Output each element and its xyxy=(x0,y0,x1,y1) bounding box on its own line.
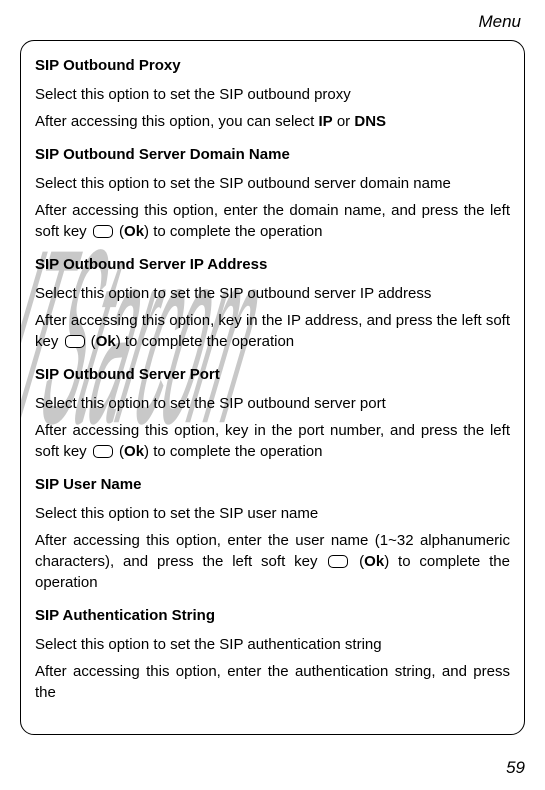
section-heading: SIP Outbound Server IP Address xyxy=(35,256,510,273)
softkey-icon xyxy=(65,335,85,348)
softkey-icon xyxy=(93,445,113,458)
section-heading: SIP User Name xyxy=(35,476,510,493)
content-box: UTStarcom SIP Outbound ProxySelect this … xyxy=(20,40,525,735)
body-paragraph: After accessing this option, key in the … xyxy=(35,420,510,462)
section-heading: SIP Authentication String xyxy=(35,607,510,624)
body-paragraph: Select this option to set the SIP authen… xyxy=(35,634,510,655)
section-heading: SIP Outbound Proxy xyxy=(35,57,510,74)
body-paragraph: After accessing this option, enter the d… xyxy=(35,200,510,242)
body-paragraph: After accessing this option, enter the a… xyxy=(35,661,510,703)
softkey-icon xyxy=(328,555,348,568)
body-paragraph: Select this option to set the SIP outbou… xyxy=(35,173,510,194)
bold-text: IP xyxy=(318,113,332,130)
bold-text: DNS xyxy=(354,113,386,130)
body-paragraph: Select this option to set the SIP outbou… xyxy=(35,283,510,304)
body-paragraph: Select this option to set the SIP outbou… xyxy=(35,393,510,414)
body-paragraph: After accessing this option, enter the u… xyxy=(35,530,510,593)
softkey-icon xyxy=(93,225,113,238)
body-paragraph: After accessing this option, key in the … xyxy=(35,310,510,352)
content-inner: SIP Outbound Proxy Select this option to … xyxy=(35,57,510,703)
body-paragraph: Select this option to set the SIP outbou… xyxy=(35,84,510,105)
bold-text: Ok xyxy=(96,333,116,350)
section-heading: SIP Outbound Server Domain Name xyxy=(35,146,510,163)
bold-text: Ok xyxy=(124,223,144,240)
body-paragraph: After accessing this option, you can sel… xyxy=(35,111,510,132)
bold-text: Ok xyxy=(364,553,384,570)
section-heading: SIP Outbound Server Port xyxy=(35,366,510,383)
page-header-chapter: Menu xyxy=(20,12,525,32)
bold-text: Ok xyxy=(124,443,144,460)
page-number: 59 xyxy=(506,758,525,778)
body-paragraph: Select this option to set the SIP user n… xyxy=(35,503,510,524)
